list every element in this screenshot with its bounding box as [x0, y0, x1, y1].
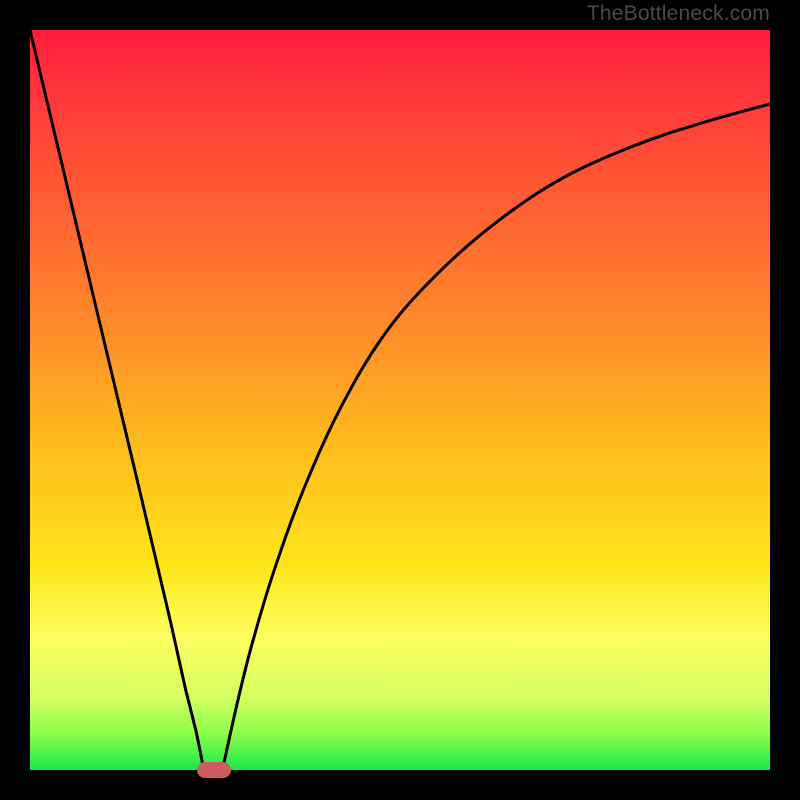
plot-area: [30, 30, 770, 770]
curve-svg: [30, 30, 770, 770]
chart-frame: TheBottleneck.com: [0, 0, 800, 800]
left-branch-line: [30, 30, 204, 770]
right-branch-line: [222, 104, 770, 770]
optimal-marker: [197, 762, 231, 778]
watermark-text: TheBottleneck.com: [587, 2, 770, 26]
